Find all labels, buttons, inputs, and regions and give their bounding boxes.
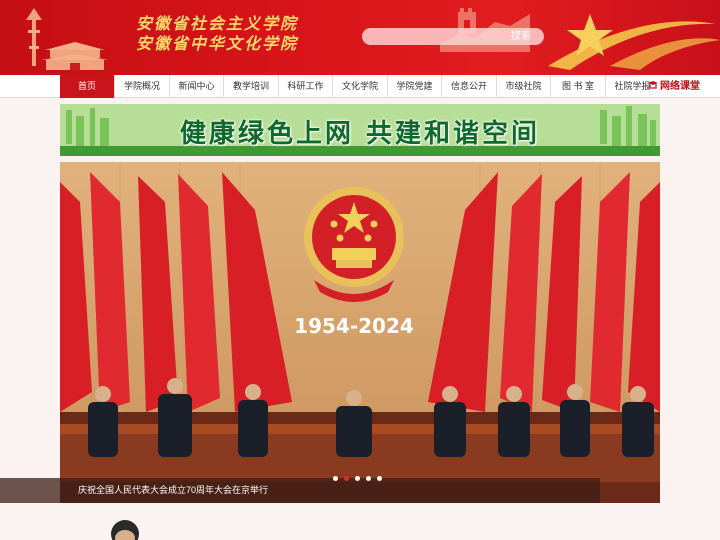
slider-dot-2[interactable] — [344, 476, 349, 481]
slider-dot-5[interactable] — [377, 476, 382, 481]
nav-item-home[interactable]: 首页 — [60, 75, 114, 98]
slider-dots — [333, 466, 388, 481]
nav-item-news[interactable]: 新闻中心 — [169, 75, 223, 98]
nav-item-culture[interactable]: 文化学院 — [332, 75, 387, 98]
online-class-link[interactable]: 网络课堂 — [647, 75, 700, 98]
site-title-line1: 安徽省社会主义学院 — [136, 14, 299, 33]
main-nav: 首页 学院概况 新闻中心 教学培训 科研工作 文化学院 学院党建 信息公开 市级… — [0, 75, 720, 98]
nav-item-library[interactable]: 图 书 室 — [550, 75, 605, 98]
site-header: 安徽省社会主义学院 安徽省中华文化学院 搜索 — [0, 0, 720, 75]
news-slider[interactable]: 1954-2024 — [60, 162, 660, 503]
site-title[interactable]: 安徽省社会主义学院 安徽省中华文化学院 — [136, 14, 298, 54]
news-thumbnail[interactable] — [100, 512, 150, 540]
slide-image: 1954-2024 — [60, 162, 660, 503]
emblem-year-text: 1954-2024 — [294, 314, 414, 338]
slider-dot-4[interactable] — [366, 476, 371, 481]
nav-item-disclosure[interactable]: 信息公开 — [441, 75, 496, 98]
site-title-line2: 安徽省中华文化学院 — [136, 34, 299, 53]
slider-caption[interactable]: 庆祝全国人民代表大会成立70周年大会在京举行 — [78, 480, 268, 500]
nav-item-research[interactable]: 科研工作 — [278, 75, 332, 98]
slider-dot-3[interactable] — [355, 476, 360, 481]
nav-item-party[interactable]: 学院党建 — [387, 75, 441, 98]
nav-item-about[interactable]: 学院概况 — [114, 75, 169, 98]
star-ribbon-icon — [548, 14, 720, 70]
search-button[interactable]: 搜索 — [498, 28, 544, 45]
nav-item-city[interactable]: 市级社院 — [496, 75, 550, 98]
online-class-icon — [648, 81, 658, 89]
slider-dot-1[interactable] — [333, 476, 338, 481]
online-class-label: 网络课堂 — [660, 81, 700, 92]
tiananmen-icon — [42, 42, 108, 70]
national-emblem-icon — [304, 187, 404, 302]
banner-text: 健康绿色上网 共建和谐空间 — [179, 119, 541, 149]
nav-item-teaching[interactable]: 教学培训 — [223, 75, 278, 98]
green-internet-banner[interactable]: 健康绿色上网 共建和谐空间 — [60, 104, 660, 156]
